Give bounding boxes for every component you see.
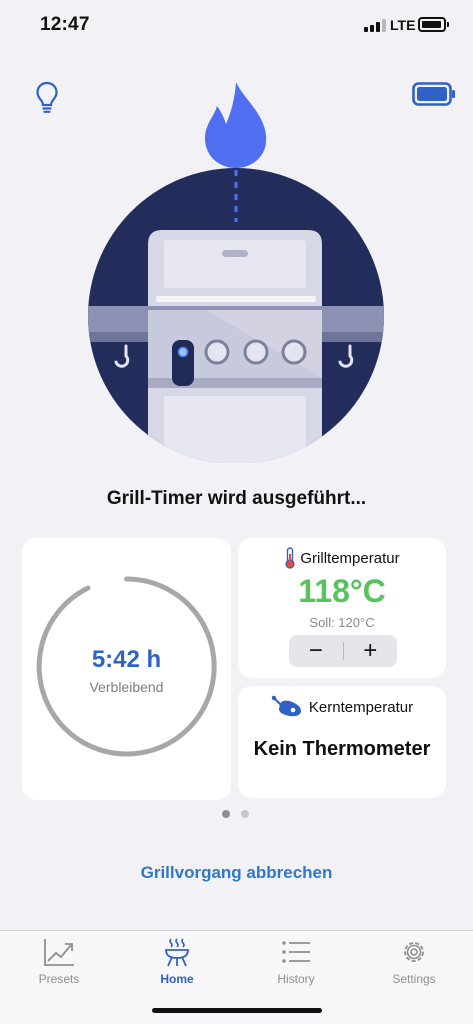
thermometer-icon — [285, 547, 295, 569]
list-icon — [282, 941, 310, 963]
cancel-grilling-button[interactable]: Grillvorgang abbrechen — [0, 863, 473, 883]
chart-icon — [44, 939, 74, 966]
tab-presets[interactable]: Presets — [0, 937, 118, 986]
status-time: 12:47 — [40, 14, 90, 35]
timer-card[interactable]: 5:42 h Verbleibend — [22, 538, 231, 800]
tab-history[interactable]: History — [237, 937, 355, 986]
grill-illustration — [86, 78, 386, 464]
tab-presets-label: Presets — [38, 972, 80, 986]
core-temperature-card[interactable]: Kerntemperatur Kein Thermometer — [238, 686, 446, 798]
flame-icon — [204, 82, 267, 168]
grill-temperature-title: Grilltemperatur — [300, 549, 400, 567]
tab-home-label: Home — [160, 972, 194, 986]
tab-settings[interactable]: Settings — [355, 937, 473, 986]
grill-temperature-card[interactable]: Grilltemperatur 118°C Soll: 120°C − + — [238, 538, 446, 678]
meat-probe-icon — [271, 695, 301, 717]
battery-icon[interactable] — [412, 82, 456, 106]
core-temperature-value: Kein Thermometer — [253, 738, 431, 760]
signal-icon — [364, 19, 386, 32]
temperature-stepper[interactable]: − + — [289, 635, 397, 667]
lightbulb-icon[interactable] — [34, 80, 60, 114]
home-indicator[interactable] — [152, 1008, 322, 1013]
increase-temperature-button[interactable]: + — [344, 635, 398, 667]
core-temperature-header: Kerntemperatur — [238, 695, 446, 719]
network-label: LTE — [390, 17, 416, 33]
status-bar: 12:47 LTE — [0, 0, 473, 50]
phone-battery-icon — [418, 17, 449, 32]
grill-temperature-value: 118°C — [298, 573, 386, 609]
timer-label: Verbleibend — [89, 679, 164, 695]
page-dot-1[interactable] — [222, 810, 230, 818]
core-temperature-title: Kerntemperatur — [308, 698, 414, 716]
tab-home[interactable]: Home — [118, 937, 236, 986]
grill-temperature-header: Grilltemperatur — [238, 547, 446, 569]
grill-icon — [165, 938, 189, 967]
page-indicator[interactable] — [222, 810, 249, 818]
tab-history-label: History — [277, 972, 315, 986]
decrease-temperature-button[interactable]: − — [289, 635, 343, 667]
tab-settings-label: Settings — [392, 972, 436, 986]
setpoint-label: Soll: 120°C — [309, 615, 375, 630]
gear-icon — [404, 942, 424, 962]
timer-value: 5:42 h — [91, 646, 162, 673]
status-message: Grill-Timer wird ausgeführt... — [106, 488, 367, 509]
page-dot-2[interactable] — [241, 810, 249, 818]
